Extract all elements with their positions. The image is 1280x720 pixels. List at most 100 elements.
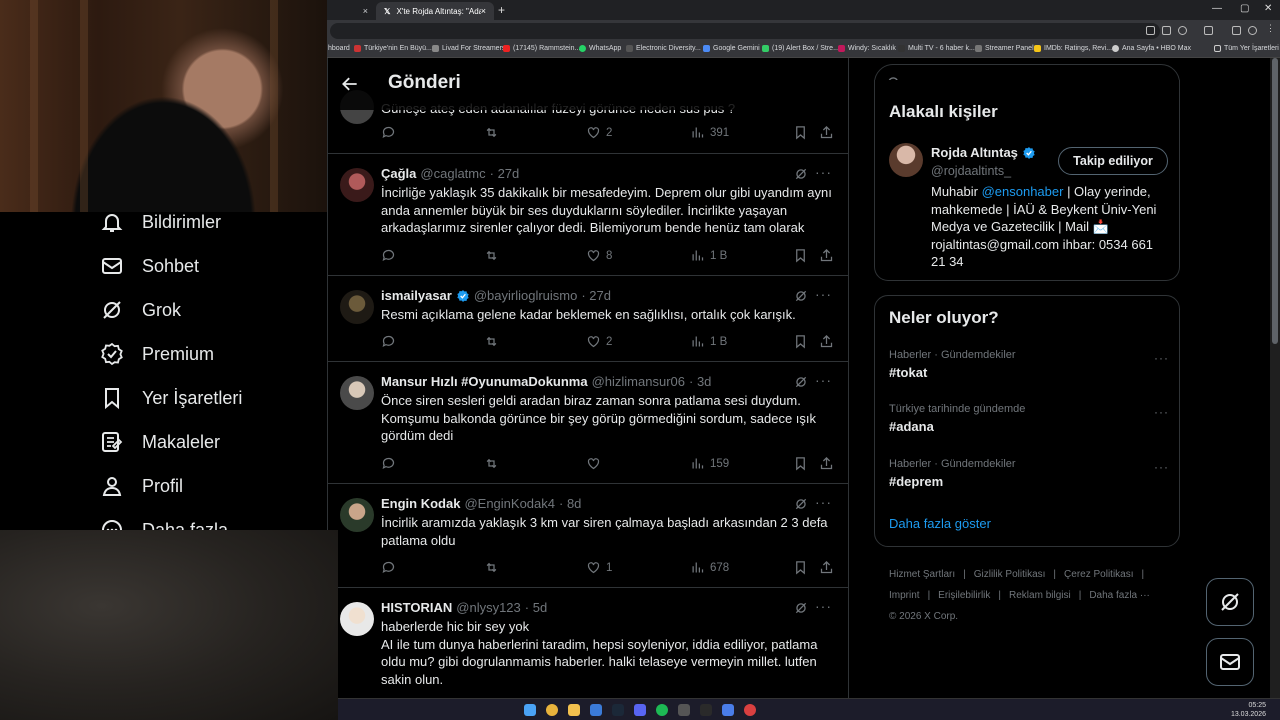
grok-icon[interactable] [794, 289, 808, 303]
retweet-action[interactable] [484, 560, 499, 575]
views-action[interactable]: 391 [690, 125, 729, 140]
reply-action[interactable] [381, 125, 396, 140]
chrome-icon[interactable] [546, 704, 558, 716]
menu-icon[interactable]: ⋮ [1266, 23, 1275, 33]
trend-item[interactable]: Haberler · Gündemdekiler #tokat ··· [889, 349, 1169, 380]
author-handle[interactable]: @hizlimansur06 [592, 374, 685, 389]
app-icon[interactable] [722, 704, 734, 716]
more-options-icon[interactable]: ··· [815, 372, 832, 388]
tweet-time[interactable]: · 27d [490, 166, 520, 181]
back-arrow-icon[interactable] [340, 74, 360, 94]
tweet[interactable]: Çağla @caglatmc · 27d ··· İncirliğe yakl… [328, 154, 848, 276]
share-action[interactable] [819, 125, 834, 140]
footer-link[interactable]: Daha fazla ··· [1089, 590, 1150, 601]
messages-button[interactable] [1206, 638, 1254, 686]
views-action[interactable]: 159 [690, 456, 729, 471]
avatar[interactable] [340, 498, 374, 532]
address-bar[interactable] [330, 23, 1160, 39]
share-action[interactable] [819, 334, 834, 349]
bookmark-item[interactable]: hboard [328, 45, 350, 52]
bookmark-item[interactable]: Türkiye'nin En Büyü... [354, 45, 432, 52]
new-tab-button[interactable]: + [498, 3, 505, 17]
bookmark-action[interactable] [793, 125, 808, 140]
tweet[interactable]: Engin Kodak @EnginKodak4 · 8d ··· İncirl… [328, 484, 848, 588]
more-options-icon[interactable]: ··· [815, 598, 832, 614]
nav-messages[interactable]: Sohbet [100, 254, 199, 278]
author-name[interactable]: ismailyasar [381, 288, 452, 303]
system-clock[interactable]: 05:25 13.03.2026 [1231, 701, 1266, 719]
grok-icon[interactable] [794, 601, 808, 615]
retweet-action[interactable] [484, 125, 499, 140]
following-button[interactable]: Takip ediliyor [1058, 147, 1168, 175]
bookmark-item[interactable]: Livad For Streamers [432, 45, 505, 52]
person-name[interactable]: Rojda Altıntaş [931, 145, 1018, 160]
folder-icon[interactable] [568, 704, 580, 716]
like-action[interactable]: 2 [586, 334, 612, 349]
bookmark-item[interactable]: (19) Alert Box / Stre... [762, 45, 839, 52]
footer-link[interactable]: Çerez Politikası [1064, 569, 1133, 580]
grok-icon[interactable] [794, 167, 808, 181]
bio-mention-link[interactable]: @ensonhaber [982, 184, 1064, 199]
author-handle[interactable]: @caglatmc [420, 166, 485, 181]
spotify-icon[interactable] [656, 704, 668, 716]
like-action[interactable]: 8 [586, 248, 612, 263]
bookmark-item[interactable]: Multi TV - 6 haber k... [898, 45, 975, 52]
nav-bookmarks[interactable]: Yer İşaretleri [100, 386, 242, 410]
bookmark-action[interactable] [793, 456, 808, 471]
author-handle[interactable]: @bayirlioglruismo [474, 288, 578, 303]
tweet-time[interactable]: · 27d [581, 288, 611, 303]
like-action[interactable]: 1 [586, 560, 612, 575]
bookmark-item[interactable]: Google Gemini [703, 45, 760, 52]
more-options-icon[interactable]: ··· [1154, 460, 1169, 474]
app-icon[interactable] [678, 704, 690, 716]
close-window-icon[interactable]: ✕ [1264, 3, 1272, 14]
bookmark-item[interactable]: WhatsApp [579, 45, 621, 52]
views-action[interactable]: 1 B [690, 248, 727, 263]
person-handle[interactable]: @rojdaaltints_ [931, 164, 1011, 178]
browser-tab-active[interactable]: 𝕏 X'te Rojda Altıntaş: "Adana'da ... × [376, 2, 494, 20]
bookmark-item[interactable]: (17145) Rammstein... [503, 45, 580, 52]
share-action[interactable] [819, 248, 834, 263]
author-name[interactable]: Engin Kodak [381, 496, 460, 511]
show-more-link[interactable]: Daha fazla göster [889, 516, 991, 531]
more-options-icon[interactable]: ··· [815, 494, 832, 510]
bookmark-star-icon[interactable] [1178, 26, 1187, 35]
grok-button[interactable] [1206, 578, 1254, 626]
grok-icon[interactable] [794, 497, 808, 511]
nav-premium[interactable]: Premium [100, 342, 214, 366]
bookmark-item[interactable]: Streamer Panel [975, 45, 1034, 52]
more-options-icon[interactable]: ··· [1154, 405, 1169, 419]
bookmark-action[interactable] [793, 248, 808, 263]
bookmark-item[interactable]: Windy: Sıcaklık [838, 45, 896, 52]
tweet[interactable]: HISTORIAN @nlysy123 · 5d ··· haberlerde … [328, 588, 848, 698]
app-icon[interactable] [590, 704, 602, 716]
views-action[interactable]: 678 [690, 560, 729, 575]
avatar[interactable] [340, 376, 374, 410]
grok-icon[interactable] [794, 375, 808, 389]
reply-action[interactable] [381, 560, 396, 575]
avatar[interactable] [340, 290, 374, 324]
avatar[interactable] [340, 168, 374, 202]
like-action[interactable] [586, 456, 601, 471]
avatar[interactable] [889, 143, 923, 177]
nav-articles[interactable]: Makaleler [100, 430, 220, 454]
avatar[interactable] [340, 602, 374, 636]
tab-close-icon[interactable]: × [363, 6, 368, 16]
steam-icon[interactable] [612, 704, 624, 716]
person-name-row[interactable]: Rojda Altıntaş [931, 145, 1036, 160]
app-icon[interactable] [744, 704, 756, 716]
retweet-action[interactable] [484, 334, 499, 349]
reply-action[interactable] [381, 248, 396, 263]
browser-tab-previous[interactable]: × [330, 2, 376, 20]
share-action[interactable] [819, 560, 834, 575]
more-options-icon[interactable]: ··· [815, 286, 832, 302]
author-name[interactable]: HISTORIAN [381, 600, 452, 615]
extension-icon[interactable] [1146, 26, 1155, 35]
author-name[interactable]: Mansur Hızlı #OyunumaDokunma [381, 374, 588, 389]
nav-profile[interactable]: Profil [100, 474, 183, 498]
tweet-time[interactable]: · 8d [559, 496, 581, 511]
bookmark-item[interactable]: IMDb: Ratings, Revi... [1034, 45, 1112, 52]
more-options-icon[interactable]: ··· [815, 164, 832, 180]
app-icon[interactable] [700, 704, 712, 716]
maximize-icon[interactable]: ▢ [1240, 3, 1249, 14]
